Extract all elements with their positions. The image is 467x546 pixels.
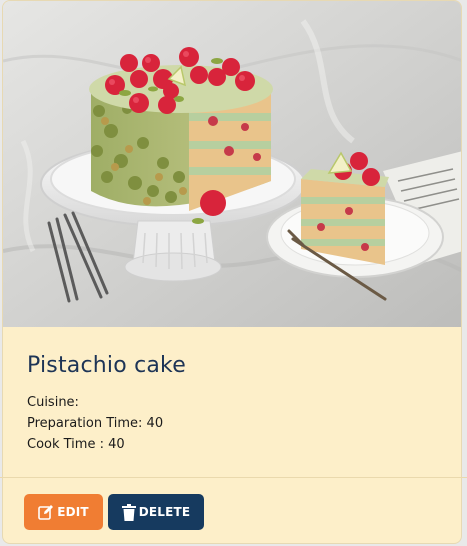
recipe-details: Pistachio cake Cuisine: Preparation Time… xyxy=(3,327,461,479)
delete-button-label: DELETE xyxy=(138,505,191,519)
edit-button[interactable]: EDIT xyxy=(24,494,103,530)
delete-button[interactable]: DELETE xyxy=(108,494,204,530)
trash-icon xyxy=(121,503,136,521)
card-divider xyxy=(0,477,467,478)
cook-time: Cook Time : 40 xyxy=(27,437,125,452)
preparation-time: Preparation Time: 40 xyxy=(27,416,164,431)
recipe-photo xyxy=(3,1,461,327)
edit-icon xyxy=(38,504,54,520)
edit-button-label: EDIT xyxy=(57,505,89,519)
recipe-card: Pistachio cake Cuisine: Preparation Time… xyxy=(2,0,462,544)
recipe-title: Pistachio cake xyxy=(27,353,186,378)
cuisine-label: Cuisine: xyxy=(27,395,79,410)
